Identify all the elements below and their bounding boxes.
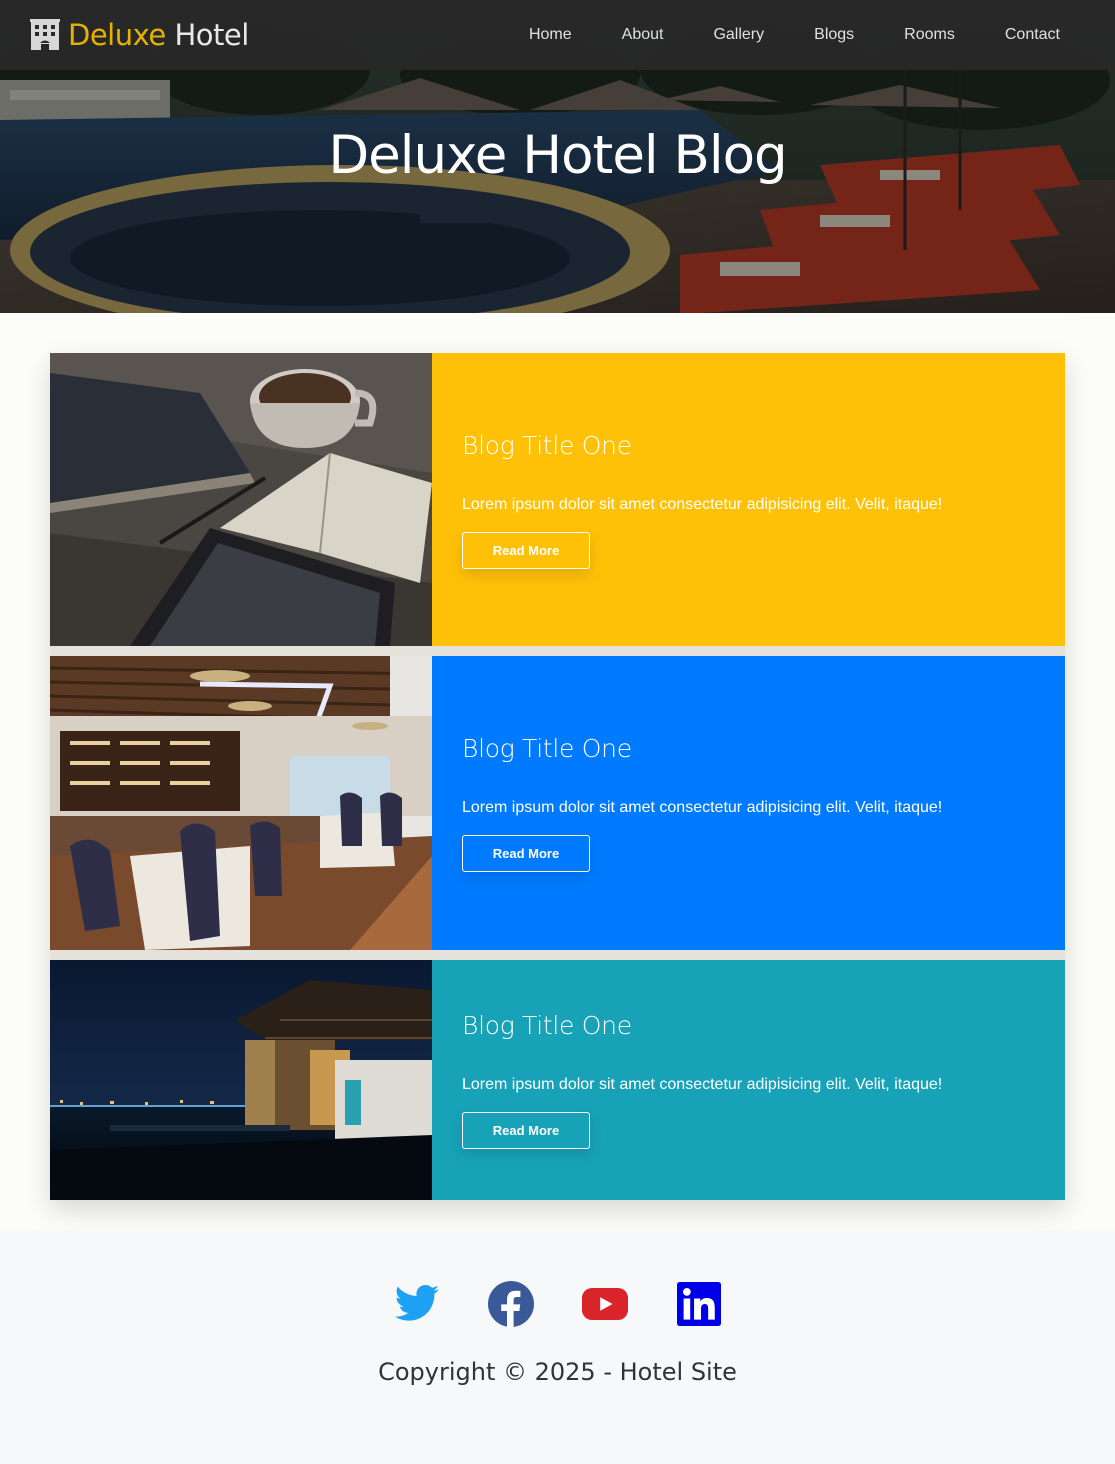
hotel-building-icon (30, 19, 60, 50)
blog-body: Blog Title One Lorem ipsum dolor sit ame… (432, 656, 1065, 950)
linkedin-link[interactable] (675, 1280, 723, 1328)
nav-item-gallery[interactable]: Gallery (688, 26, 789, 44)
nav-item-about[interactable]: About (597, 26, 689, 44)
youtube-icon (581, 1288, 628, 1320)
blog-image (50, 656, 432, 950)
brand-logo[interactable]: Deluxe Hotel (30, 18, 249, 52)
footer: Copyright © 2025 - Hotel Site (0, 1230, 1115, 1464)
blog-list: Blog Title One Lorem ipsum dolor sit ame… (50, 353, 1065, 1200)
social-links (0, 1280, 1115, 1328)
read-more-button[interactable]: Read More (462, 1112, 590, 1149)
nav-item-contact[interactable]: Contact (980, 26, 1085, 44)
blog-title: Blog Title One (462, 734, 632, 763)
linkedin-icon (676, 1282, 721, 1326)
blog-title: Blog Title One (462, 1011, 632, 1040)
blog-card: Blog Title One Lorem ipsum dolor sit ame… (50, 353, 1065, 646)
blog-body: Blog Title One Lorem ipsum dolor sit ame… (432, 960, 1065, 1200)
blog-excerpt: Lorem ipsum dolor sit amet consectetur a… (462, 495, 943, 513)
blog-image (50, 960, 432, 1200)
nav-links: Home About Gallery Blogs Rooms Contact (504, 26, 1085, 44)
blog-card: Blog Title One Lorem ipsum dolor sit ame… (50, 656, 1065, 950)
facebook-link[interactable] (487, 1280, 535, 1328)
blog-card: Blog Title One Lorem ipsum dolor sit ame… (50, 960, 1065, 1200)
read-more-button[interactable]: Read More (462, 531, 590, 569)
twitter-link[interactable] (393, 1280, 441, 1328)
blog-title: Blog Title One (462, 430, 632, 460)
brand-name-rest: Hotel (174, 18, 249, 52)
facebook-icon (487, 1281, 534, 1328)
blog-image (50, 353, 432, 646)
hero-title: Deluxe Hotel Blog (328, 125, 787, 186)
twitter-icon (394, 1285, 439, 1321)
youtube-link[interactable] (581, 1280, 629, 1328)
nav-item-home[interactable]: Home (504, 26, 597, 44)
blog-excerpt: Lorem ipsum dolor sit amet consectetur a… (462, 1076, 943, 1093)
night-waterfront-pavilion-photo (50, 960, 432, 1200)
navbar: Deluxe Hotel Home About Gallery Blogs Ro… (0, 0, 1115, 70)
brand-name: Deluxe Hotel (68, 18, 249, 52)
copyright-text: Copyright © 2025 - Hotel Site (378, 1358, 737, 1386)
hotel-restaurant-dining-photo (50, 656, 432, 950)
blog-body: Blog Title One Lorem ipsum dolor sit ame… (432, 353, 1065, 646)
coffee-notebook-tablet-photo (50, 353, 432, 646)
brand-name-accent: Deluxe (68, 18, 166, 52)
read-more-button[interactable]: Read More (462, 835, 590, 872)
nav-item-blogs[interactable]: Blogs (789, 26, 879, 44)
nav-item-rooms[interactable]: Rooms (879, 26, 980, 44)
blog-excerpt: Lorem ipsum dolor sit amet consectetur a… (462, 799, 943, 816)
